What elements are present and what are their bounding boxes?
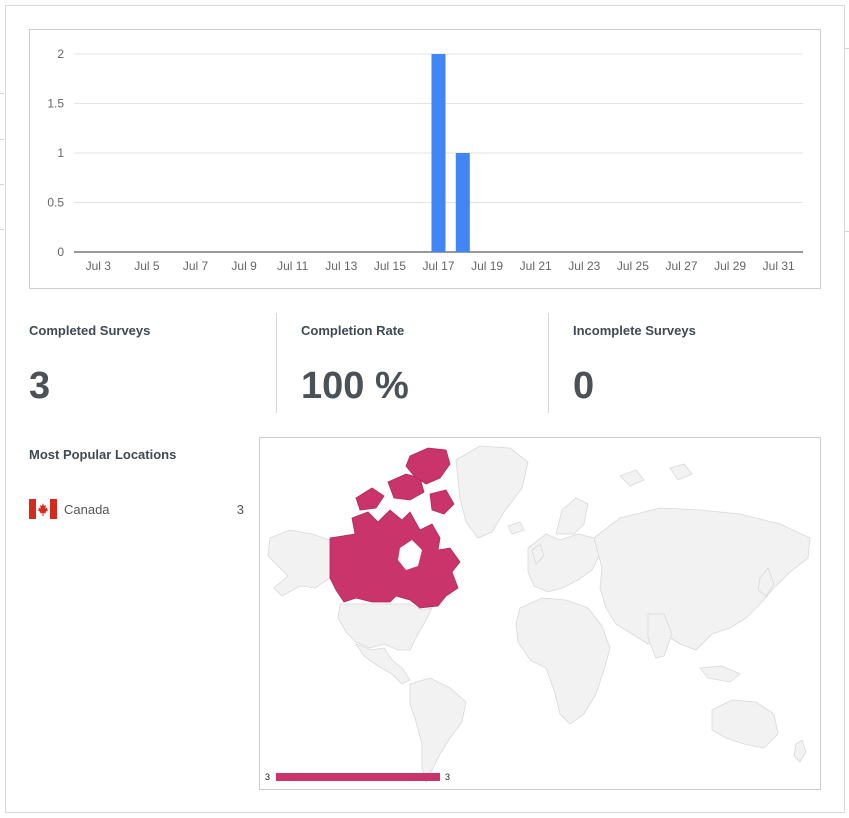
incomplete-surveys-value: 0: [573, 365, 595, 407]
edge-mark: [0, 139, 4, 140]
chart-svg: 0 0.5 1 1.5 2 Jul 3 Jul 5 Jul 7 Jul 9 Jul 11 Jul 1…: [47, 47, 803, 273]
map-region-africa: [515, 597, 611, 725]
responses-bar-chart: 0 0.5 1 1.5 2 Jul 3 Jul 5 Jul 7 Jul 9 Jul 11 Jul 1…: [29, 29, 821, 289]
y-tick-label: 1.5: [47, 97, 64, 111]
map-region-south-america: [409, 677, 467, 784]
x-tick-label: Jul 19: [471, 259, 503, 273]
completion-rate-value: 100 %: [301, 365, 409, 407]
stat-divider: [276, 313, 277, 413]
x-tick-label: Jul 17: [422, 259, 454, 273]
map-region-canada: [355, 487, 385, 511]
map-region-canada: [329, 509, 461, 609]
map-region-arctic-islands: [669, 463, 693, 481]
map-region-indonesia: [699, 665, 741, 683]
stat-divider: [548, 313, 549, 413]
location-country: Canada: [64, 502, 110, 517]
map-region-australia: [711, 699, 779, 749]
legend-max-label: 3: [445, 772, 451, 782]
map-region-asia: [593, 507, 811, 651]
completion-rate-label: Completion Rate: [301, 323, 405, 338]
stat-incomplete: Incomplete Surveys 0: [573, 313, 803, 413]
x-tick-label: Jul 29: [714, 259, 746, 273]
y-tick-label: 1: [57, 146, 64, 160]
location-list-item: Canada 3: [29, 499, 244, 521]
stat-completion-rate: Completion Rate 100 %: [301, 313, 531, 413]
x-tick-label: Jul 7: [183, 259, 209, 273]
incomplete-surveys-label: Incomplete Surveys: [573, 323, 696, 338]
chart-bar[interactable]: [455, 153, 470, 252]
canada-flag-icon: [29, 499, 57, 519]
stat-completed: Completed Surveys 3: [29, 313, 259, 413]
map-region-scandinavia: [555, 497, 589, 535]
y-tick-label: 0.5: [47, 196, 64, 210]
x-tick-label: Jul 5: [134, 259, 160, 273]
map-region-usa: [337, 603, 433, 651]
map-region-canada: [429, 489, 455, 515]
completed-surveys-value: 3: [29, 365, 51, 407]
edge-mark: [0, 93, 4, 94]
x-tick-label: Jul 11: [277, 259, 308, 273]
x-tick-label: Jul 13: [325, 259, 357, 273]
legend-color-bar: [276, 773, 440, 781]
map-region-arctic-islands: [619, 469, 645, 487]
legend-min-label: 3: [265, 772, 271, 782]
chart-bar[interactable]: [431, 54, 446, 252]
x-tick-label: Jul 25: [617, 259, 649, 273]
map-region-europe: [527, 533, 601, 593]
x-tick-label: Jul 23: [568, 259, 600, 273]
x-tick-label: Jul 15: [374, 259, 406, 273]
popular-locations-title: Most Popular Locations: [29, 447, 177, 462]
completed-surveys-label: Completed Surveys: [29, 323, 151, 338]
edge-mark: [845, 48, 849, 49]
x-tick-label: Jul 21: [520, 259, 552, 273]
map-region-iceland: [507, 521, 525, 535]
edge-mark: [0, 184, 4, 185]
x-tick-label: Jul 27: [665, 259, 697, 273]
edge-mark: [845, 231, 849, 232]
map-region-new-zealand: [793, 739, 807, 763]
y-tick-label: 0: [57, 245, 64, 259]
map-region-alaska: [267, 529, 331, 597]
location-count: 3: [236, 502, 244, 517]
y-tick-label: 2: [57, 47, 64, 61]
world-map-svg: [267, 445, 811, 784]
x-tick-label: Jul 9: [231, 259, 257, 273]
world-map: 3 3: [259, 437, 821, 790]
x-tick-label: Jul 31: [763, 259, 795, 273]
edge-mark: [0, 229, 4, 230]
x-tick-label: Jul 3: [86, 259, 112, 273]
